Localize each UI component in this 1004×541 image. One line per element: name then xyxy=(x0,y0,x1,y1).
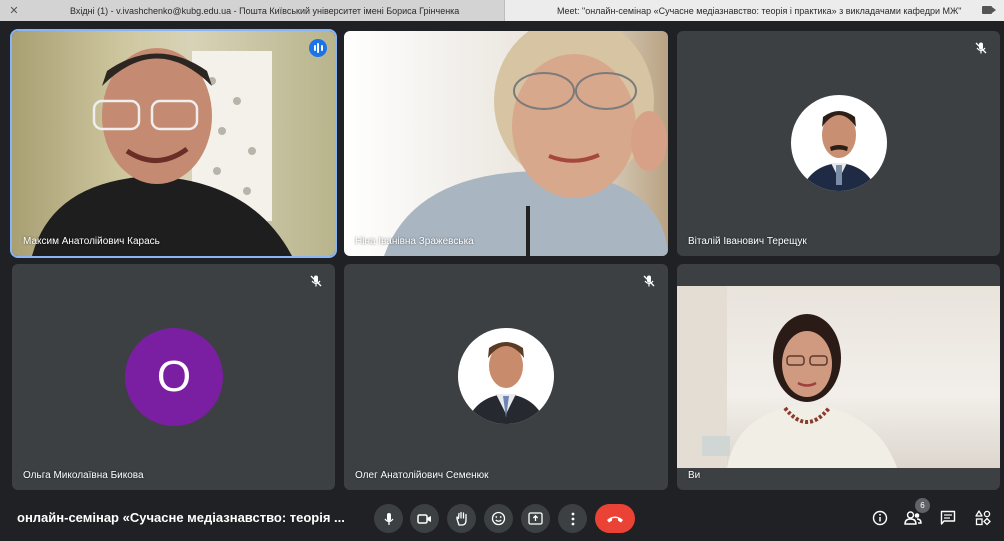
participant-name: Ніна Іванівна Зражевська xyxy=(355,236,474,247)
meeting-details-button[interactable] xyxy=(869,507,891,529)
present-screen-button[interactable] xyxy=(521,504,550,533)
participant-tile-self[interactable]: Ви xyxy=(677,264,1000,490)
mic-off-icon xyxy=(643,275,655,287)
participant-name: Ви xyxy=(688,470,701,481)
tab-title: Meet: "онлайн-семінар «Сучасне медіазнав… xyxy=(557,5,962,16)
mic-off-icon xyxy=(975,42,987,54)
camera-icon xyxy=(417,513,431,524)
participant-video xyxy=(32,48,292,256)
info-icon xyxy=(872,510,888,526)
avatar: О xyxy=(125,328,223,426)
more-vert-icon xyxy=(571,512,574,525)
tab-title: Вхідні (1) - v.ivashchenko@kubg.edu.ua -… xyxy=(70,5,460,16)
participant-video xyxy=(384,31,668,256)
mic-off-icon xyxy=(310,275,322,287)
microphone-button[interactable] xyxy=(374,504,403,533)
browser-tab-mail[interactable]: ✕ Вхідні (1) - v.ivashchenko@kubg.edu.ua… xyxy=(0,0,505,21)
chat-icon xyxy=(940,510,956,525)
more-options-button[interactable] xyxy=(558,504,587,533)
participant-name: Ольга Миколаївна Бикова xyxy=(23,470,144,481)
present-icon xyxy=(528,512,543,525)
raise-hand-button[interactable] xyxy=(447,504,476,533)
browser-tab-strip: ✕ Вхідні (1) - v.ivashchenko@kubg.edu.ua… xyxy=(0,0,1004,21)
participant-name: Максим Анатолійович Карась xyxy=(23,236,160,247)
shapes-icon xyxy=(975,510,991,526)
participant-tile[interactable]: Ніна Іванівна Зражевська xyxy=(344,31,668,256)
browser-tab-meet[interactable]: Meet: "онлайн-семінар «Сучасне медіазнав… xyxy=(505,0,1004,21)
microphone-icon xyxy=(383,512,394,525)
participant-count-badge: 6 xyxy=(915,498,930,513)
participant-tile[interactable]: О Ольга Миколаївна Бикова xyxy=(12,264,335,490)
close-icon[interactable]: ✕ xyxy=(8,4,20,17)
participant-tile[interactable]: Віталій Іванович Терещук xyxy=(677,31,1000,256)
emoji-icon xyxy=(491,511,506,526)
camera-button[interactable] xyxy=(410,504,439,533)
meeting-title[interactable]: онлайн-семінар «Сучасне медіазнавство: т… xyxy=(17,510,345,525)
people-icon xyxy=(904,511,922,525)
participant-name: Віталій Іванович Терещук xyxy=(688,236,807,247)
leave-call-button[interactable] xyxy=(595,504,635,533)
activities-button[interactable] xyxy=(972,507,994,529)
avatar xyxy=(791,95,887,191)
participant-tile[interactable]: Олег Анатолійович Семенюк xyxy=(344,264,668,490)
speaking-indicator-icon xyxy=(309,39,327,57)
participant-tile[interactable]: Максим Анатолійович Карась xyxy=(10,29,337,258)
meeting-controls-bar: онлайн-семінар «Сучасне медіазнавство: т… xyxy=(0,497,1004,541)
participant-name: Олег Анатолійович Семенюк xyxy=(355,470,489,481)
hand-icon xyxy=(455,511,467,526)
end-call-icon xyxy=(607,516,623,522)
camera-in-use-icon xyxy=(982,6,996,14)
avatar xyxy=(458,328,554,424)
chat-button[interactable] xyxy=(937,507,959,529)
self-video xyxy=(677,286,1000,468)
reactions-button[interactable] xyxy=(484,504,513,533)
